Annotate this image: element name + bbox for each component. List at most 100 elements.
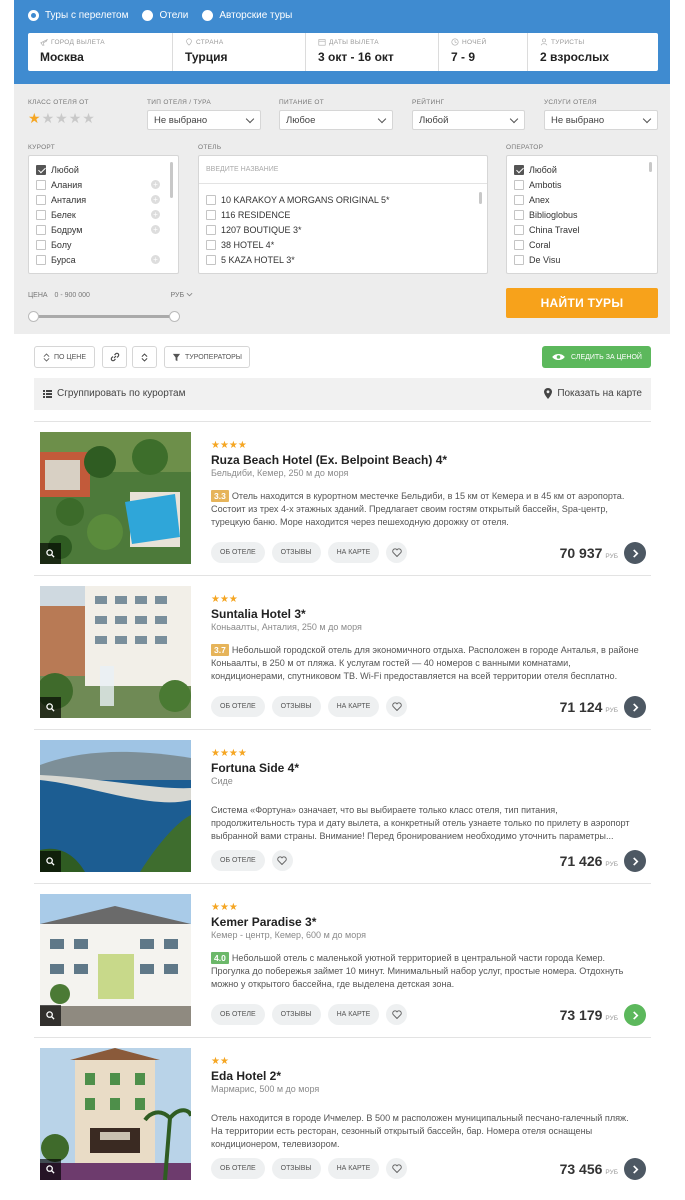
expand-plus-icon[interactable]: +: [151, 195, 160, 204]
zoom-button[interactable]: [40, 543, 61, 564]
checkbox[interactable]: [206, 239, 216, 250]
reviews-button[interactable]: ОТЗЫВЫ: [271, 696, 321, 717]
checkbox[interactable]: [514, 194, 524, 205]
favorite-button[interactable]: [271, 850, 293, 871]
hotel-item[interactable]: 10 KARAKOY A MORGANS ORIGINAL 5*: [199, 192, 487, 207]
on-map-button[interactable]: НА КАРТЕ: [327, 696, 380, 717]
checkbox[interactable]: [206, 209, 216, 220]
hotel-photo[interactable]: [40, 432, 191, 564]
reviews-button[interactable]: ОТЗЫВЫ: [271, 1004, 321, 1025]
resort-item[interactable]: Любой: [29, 162, 178, 177]
operator-item[interactable]: China Travel: [507, 222, 657, 237]
show-on-map-link[interactable]: Показать на карте: [544, 388, 642, 399]
resort-item[interactable]: Алания +: [29, 177, 178, 192]
star-icon[interactable]: ★: [42, 111, 55, 125]
expand-plus-icon[interactable]: +: [151, 210, 160, 219]
zoom-button[interactable]: [40, 697, 61, 718]
operator-item[interactable]: Biblioglobus: [507, 207, 657, 222]
zoom-button[interactable]: [40, 1005, 61, 1026]
slider-handle-max[interactable]: [169, 311, 180, 322]
checkbox[interactable]: [514, 254, 524, 265]
group-by-resort-toggle[interactable]: Сгруппировать по курортам: [43, 388, 185, 399]
slider-handle-min[interactable]: [28, 311, 39, 322]
hotel-item[interactable]: 5 KAZA HOTEL 3*: [199, 252, 487, 267]
checkbox[interactable]: [514, 209, 524, 220]
checkbox[interactable]: [206, 224, 216, 235]
operator-item[interactable]: De Visu: [507, 252, 657, 267]
operator-item[interactable]: Anex: [507, 192, 657, 207]
hotel-name[interactable]: Eda Hotel 2*: [211, 1069, 281, 1083]
share-link-button[interactable]: [102, 346, 127, 368]
go-to-hotel-button[interactable]: [624, 696, 646, 718]
meal-select[interactable]: Любое: [279, 110, 393, 130]
expand-plus-icon[interactable]: +: [151, 225, 160, 234]
scrollbar[interactable]: [649, 162, 652, 172]
operator-item[interactable]: Любой: [507, 162, 657, 177]
favorite-button[interactable]: [386, 542, 408, 563]
sort-price-button[interactable]: ПО ЦЕНЕ: [34, 346, 95, 368]
about-hotel-button[interactable]: ОБ ОТЕЛЕ: [211, 850, 265, 871]
hotel-photo[interactable]: [40, 586, 191, 718]
reviews-button[interactable]: ОТЗЫВЫ: [271, 1158, 321, 1179]
hotel-class-stars[interactable]: ★ ★ ★ ★ ★: [28, 111, 95, 125]
checkbox[interactable]: [206, 194, 216, 205]
about-hotel-button[interactable]: ОБ ОТЕЛЕ: [211, 542, 265, 563]
resort-item[interactable]: Болу: [29, 237, 178, 252]
operators-filter-button[interactable]: ТУРОПЕРАТОРЫ: [164, 346, 250, 368]
dates-field[interactable]: ДАТЫ ВЫЛЕТА 3 окт - 16 окт: [306, 33, 439, 71]
resort-item[interactable]: Анталия +: [29, 192, 178, 207]
checkbox[interactable]: [36, 194, 46, 205]
hotel-name[interactable]: Ruza Beach Hotel (Ex. Belpoint Beach) 4*: [211, 453, 447, 467]
hotel-photo[interactable]: [40, 1048, 191, 1180]
resort-item[interactable]: Бурса +: [29, 252, 178, 267]
go-to-hotel-button[interactable]: [624, 1004, 646, 1026]
favorite-button[interactable]: [386, 1158, 408, 1179]
favorite-button[interactable]: [386, 696, 408, 717]
zoom-button[interactable]: [40, 851, 61, 872]
nights-field[interactable]: НОЧЕЙ 7 - 9: [439, 33, 528, 71]
checkbox[interactable]: [514, 224, 524, 235]
on-map-button[interactable]: НА КАРТЕ: [327, 542, 380, 563]
checkbox[interactable]: [514, 239, 524, 250]
favorite-button[interactable]: [386, 1004, 408, 1025]
about-hotel-button[interactable]: ОБ ОТЕЛЕ: [211, 1004, 265, 1025]
hotel-item[interactable]: 116 RESIDENCE: [199, 207, 487, 222]
zoom-button[interactable]: [40, 1159, 61, 1180]
expand-plus-icon[interactable]: +: [151, 180, 160, 189]
checkbox[interactable]: [36, 164, 46, 175]
checkbox[interactable]: [36, 209, 46, 220]
hotel-name[interactable]: Suntalia Hotel 3*: [211, 607, 306, 621]
hotel-search-input[interactable]: ВВЕДИТЕ НАЗВАНИЕ: [199, 156, 487, 184]
on-map-button[interactable]: НА КАРТЕ: [327, 1158, 380, 1179]
follow-price-button[interactable]: СЛЕДИТЬ ЗА ЦЕНОЙ: [542, 346, 651, 368]
services-select[interactable]: Не выбрано: [544, 110, 658, 130]
checkbox[interactable]: [206, 254, 216, 265]
expand-plus-icon[interactable]: +: [151, 255, 160, 264]
about-hotel-button[interactable]: ОБ ОТЕЛЕ: [211, 1158, 265, 1179]
hotel-item[interactable]: 38 HOTEL 4*: [199, 237, 487, 252]
star-icon[interactable]: ★: [55, 111, 68, 125]
reviews-button[interactable]: ОТЗЫВЫ: [271, 542, 321, 563]
radio-author-tours[interactable]: Авторские туры: [202, 10, 292, 21]
star-icon[interactable]: ★: [28, 111, 41, 125]
currency-select[interactable]: РУБ: [170, 292, 193, 299]
hotel-name[interactable]: Fortuna Side 4*: [211, 761, 299, 775]
find-tours-button[interactable]: НАЙТИ ТУРЫ: [506, 288, 658, 318]
star-icon[interactable]: ★: [69, 111, 82, 125]
checkbox[interactable]: [36, 254, 46, 265]
checkbox[interactable]: [36, 239, 46, 250]
hotel-name[interactable]: Kemer Paradise 3*: [211, 915, 316, 929]
rating-select[interactable]: Любой: [412, 110, 525, 130]
on-map-button[interactable]: НА КАРТЕ: [327, 1004, 380, 1025]
country-field[interactable]: СТРАНА Турция: [173, 33, 306, 71]
checkbox[interactable]: [514, 179, 524, 190]
checkbox[interactable]: [36, 224, 46, 235]
radio-hotels[interactable]: Отели: [142, 10, 188, 21]
hotel-photo[interactable]: [40, 894, 191, 1026]
scrollbar[interactable]: [479, 192, 482, 204]
star-icon[interactable]: ★: [82, 111, 95, 125]
price-slider[interactable]: [28, 311, 180, 322]
operator-item[interactable]: Ambotis: [507, 177, 657, 192]
hotel-photo[interactable]: [40, 740, 191, 872]
departure-city-field[interactable]: ГОРОД ВЫЛЕТА Москва: [28, 33, 173, 71]
